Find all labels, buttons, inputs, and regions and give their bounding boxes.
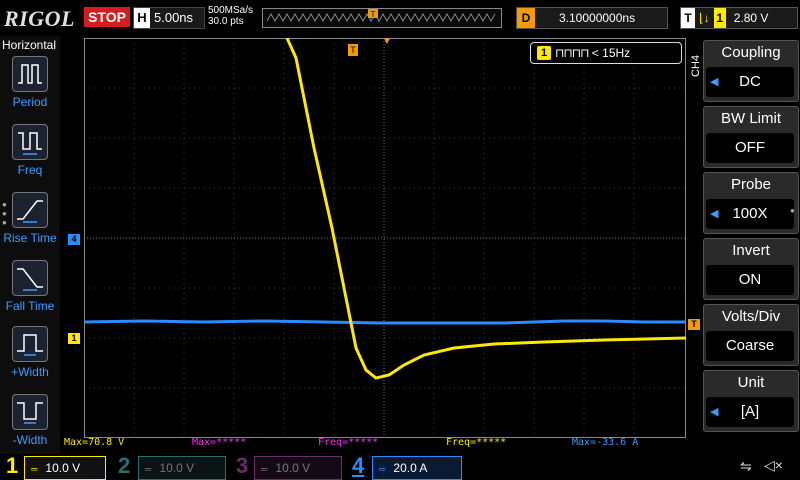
fall-time-label: Fall Time (5, 299, 55, 313)
pulse-train-icon: ⊓⊓⊓⊓ (555, 46, 589, 60)
trigger-level-marker[interactable]: T (688, 319, 700, 330)
trigger-position-marker[interactable]: T (348, 44, 358, 56)
invert-value: ON (706, 265, 794, 295)
sample-rate: 500MSa/s (208, 5, 254, 16)
ch1-number: 1 (6, 453, 19, 478)
dc-coupling-icon: ═ (379, 464, 386, 474)
memory-depth: 30.0 pts (208, 16, 244, 27)
selector-arrow-icon: ◀ (710, 76, 719, 88)
ch3-scale-box[interactable]: ═ 10.0 V (254, 456, 342, 480)
period-label: Period (12, 95, 48, 109)
probe-title: Probe (730, 176, 772, 193)
ch1-scale: 10.0 V (45, 461, 81, 475)
ch1-scale-box[interactable]: ═ 10.0 V (24, 456, 106, 480)
unit-title: Unit (737, 374, 765, 391)
measure-period-button[interactable]: Period (0, 56, 60, 109)
fall-time-icon (12, 260, 48, 296)
delay-display[interactable]: D 3.10000000ns (516, 7, 668, 29)
speaker-mute-icon[interactable]: ◁× (764, 457, 783, 474)
measurement-ch1-max: Max=70.8 V (64, 437, 125, 448)
measure-neg-width-button[interactable]: -Width (0, 394, 60, 447)
timebase-display[interactable]: H 5.00ns (133, 7, 205, 29)
delay-value: 3.10000000ns (559, 11, 636, 25)
ch2-scale-box[interactable]: ═ 10.0 V (138, 456, 226, 480)
invert-softkey[interactable]: Invert ON (703, 238, 799, 300)
period-icon (12, 56, 48, 92)
rise-time-icon (12, 192, 48, 228)
ch3-scale: 10.0 V (275, 461, 311, 475)
ch4-scale: 20.0 A (393, 461, 428, 475)
unit-softkey[interactable]: Unit ◀ [A] (703, 370, 799, 432)
ch4-waveform (84, 319, 686, 325)
pos-width-label: +Width (11, 365, 49, 379)
freq-label: Freq (17, 163, 43, 177)
measurement-ch4-max: Max=-33.6 A (572, 437, 639, 448)
measure-fall-time-button[interactable]: Fall Time (0, 260, 60, 313)
neg-width-icon (12, 394, 48, 430)
measure-pos-width-button[interactable]: +Width (0, 326, 60, 379)
probe-value: ◀ 100X (706, 199, 794, 229)
dc-coupling-icon: ═ (31, 464, 38, 474)
coupling-value: ◀ DC (706, 67, 794, 97)
channel-menu-tag: CH4 (690, 54, 702, 77)
selector-arrow-icon: ◀ (710, 406, 719, 418)
ch1-offset-marker[interactable]: 1 (68, 333, 80, 344)
ch2-number: 2 (118, 453, 131, 478)
pos-width-icon (12, 326, 48, 362)
usb-icon: ⇋ (740, 458, 752, 474)
page-indicator-icon: ● (790, 206, 795, 215)
dc-coupling-icon: ═ (145, 464, 152, 474)
bw-limit-value: OFF (706, 133, 794, 163)
measure-rise-time-button[interactable]: Rise Time (0, 192, 60, 245)
waveform-display[interactable] (84, 38, 686, 438)
svg-text:T: T (371, 10, 376, 19)
delay-letter: D (517, 8, 535, 28)
run-stop-button[interactable]: STOP (84, 7, 130, 27)
brand-logo: RIGOL (4, 6, 75, 31)
trigger-source: 1 (713, 8, 726, 28)
freq-icon (12, 124, 48, 160)
ch4-number: 4 (352, 453, 365, 478)
invert-title: Invert (732, 242, 770, 259)
counter-channel: 1 (537, 46, 551, 60)
menu-title: Horizontal (2, 38, 57, 52)
falling-edge-icon: ⌊↓ (699, 11, 710, 25)
memory-position-bar[interactable]: T (262, 8, 502, 28)
measurement-ch3-max: Max=***** (192, 437, 247, 448)
measure-freq-button[interactable]: Freq (0, 124, 60, 177)
volts-div-value: Coarse (706, 331, 794, 361)
center-axes (84, 38, 686, 438)
ch4-scale-box[interactable]: ═ 20.0 A (372, 456, 462, 480)
dc-coupling-icon: ═ (261, 464, 268, 474)
trigger-letter: T (681, 8, 695, 28)
bw-limit-softkey[interactable]: BW Limit OFF (703, 106, 799, 168)
probe-softkey[interactable]: Probe ◀ 100X (703, 172, 799, 234)
volts-div-softkey[interactable]: Volts/Div Coarse (703, 304, 799, 366)
rise-time-label: Rise Time (3, 231, 57, 245)
ch2-scale: 10.0 V (159, 461, 195, 475)
page-dots-icon: ● ● ● (2, 200, 7, 227)
measurement-ch1-freq: Freq=***** (446, 437, 507, 448)
coupling-softkey[interactable]: Coupling ◀ DC (703, 40, 799, 102)
acquisition-info: 500MSa/s 30.0 pts (208, 5, 253, 27)
unit-value: ◀ [A] (706, 397, 794, 427)
bw-limit-title: BW Limit (721, 110, 781, 127)
ch3-number: 3 (236, 453, 249, 478)
measurement-ch3-freq: Freq=***** (318, 437, 379, 448)
frequency-counter: 1 ⊓⊓⊓⊓ < 15Hz (530, 42, 682, 64)
ch1-waveform (285, 38, 686, 380)
neg-width-label: -Width (12, 433, 48, 447)
counter-value: < 15Hz (591, 46, 631, 60)
volts-div-title: Volts/Div (721, 308, 781, 325)
timebase-letter: H (134, 8, 150, 28)
timebase-value: 5.00ns (154, 10, 194, 25)
ch4-offset-marker[interactable]: 4 (68, 234, 80, 245)
center-arrow-icon: ▼ (382, 36, 392, 47)
trigger-display[interactable]: T ⌊↓ 1 2.80 V (680, 7, 798, 29)
selector-arrow-icon: ◀ (710, 208, 719, 220)
trigger-level: 2.80 V (733, 11, 769, 25)
coupling-title: Coupling (721, 44, 781, 61)
